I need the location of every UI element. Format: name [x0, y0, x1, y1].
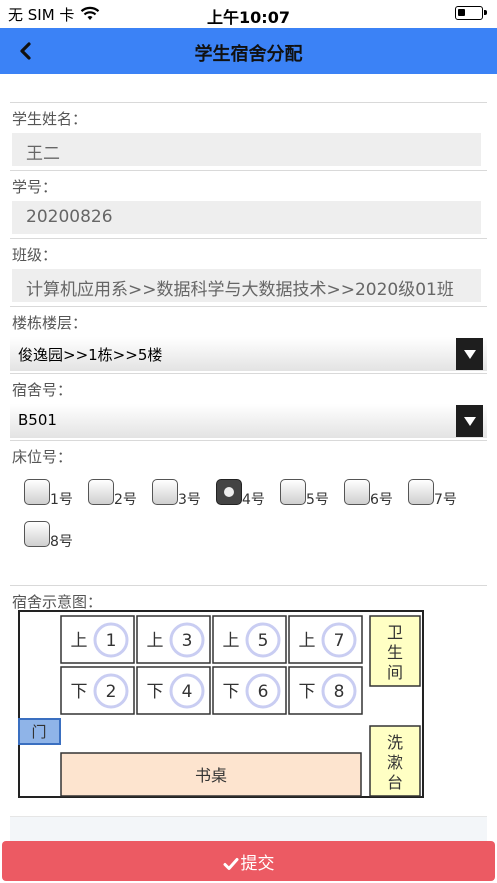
dropdown-arrow-icon	[456, 405, 483, 437]
page-title: 学生宿舍分配	[194, 44, 303, 65]
bed-radio-5[interactable]: 5号	[278, 477, 334, 511]
desk-label: 书桌	[195, 766, 227, 785]
student-id-field: 20200826	[12, 201, 481, 234]
student-id-label: 学号：	[12, 178, 58, 196]
bed-number-1: 1	[106, 631, 117, 651]
allocation-form: 学生姓名： 王二 学号： 20200826 班级： 计算机应用系>>数据科学与大…	[10, 102, 487, 616]
bed-radio-1[interactable]: 1号	[22, 477, 78, 511]
toilet-char-1: 卫	[387, 623, 403, 642]
door-label: 门	[31, 723, 46, 741]
bed-position-label: 下	[147, 682, 164, 702]
toilet-char-3: 间	[387, 663, 403, 682]
room-number-value: B501	[18, 411, 57, 429]
student-name-field: 王二	[12, 133, 481, 166]
class-field: 计算机应用系>>数据科学与大数据技术>>2020级01班	[12, 269, 481, 302]
dropdown-arrow-icon	[456, 338, 483, 370]
sink-char-2: 漱	[387, 753, 403, 772]
bed-number-4: 4	[182, 682, 193, 702]
radio-box	[152, 479, 178, 505]
building-floor-label: 楼栋楼层：	[12, 314, 88, 332]
building-floor-value: 俊逸园>>1栋>>5楼	[18, 346, 163, 364]
room-number-select[interactable]: B501	[10, 404, 487, 438]
nav-bar: 学生宿舍分配	[0, 28, 497, 74]
bed-number-3: 3	[182, 631, 193, 651]
building-floor-select[interactable]: 俊逸园>>1栋>>5楼	[10, 337, 487, 371]
radio-box	[344, 479, 370, 505]
dorm-layout-diagram: 上 1 上 3 上 5 上 7下 2 下 4 下 6 下 8 卫 生 间 洗 漱 台 门 书桌	[18, 610, 424, 798]
bed-radio-3[interactable]: 3号	[150, 477, 206, 511]
bed-position-label: 上	[299, 631, 316, 651]
bed-number-2: 2	[106, 682, 117, 702]
student-name-label: 学生姓名：	[12, 110, 88, 128]
bed-radio-2[interactable]: 2号	[86, 477, 142, 511]
radio-box	[88, 479, 114, 505]
bed-radio-8[interactable]: 8号	[22, 519, 78, 553]
bed-radio-7[interactable]: 7号	[406, 477, 462, 511]
bed-position-label: 上	[223, 631, 240, 651]
bed-position-label: 上	[147, 631, 164, 651]
bed-number-7: 7	[334, 631, 345, 651]
radio-box	[24, 479, 50, 505]
bed-position-label: 下	[223, 682, 240, 702]
bed-position-label: 下	[299, 682, 316, 702]
submit-button[interactable]: 提交	[2, 841, 495, 881]
submit-label: 提交	[240, 854, 275, 874]
battery-icon	[455, 6, 487, 20]
class-label: 班级：	[12, 246, 58, 264]
radio-box	[408, 479, 434, 505]
radio-box	[24, 521, 50, 547]
radio-box	[216, 479, 242, 505]
bed-radio-6[interactable]: 6号	[342, 477, 398, 511]
toilet-char-2: 生	[387, 643, 403, 662]
bed-radio-group: 1号 2号 3号 4号 5号 6号 7号 8号	[10, 471, 487, 585]
sink-char-1: 洗	[387, 733, 403, 752]
bed-position-label: 上	[71, 631, 88, 651]
bed-number-5: 5	[258, 631, 269, 651]
clock-time: 上午10:07	[207, 8, 290, 27]
check-icon	[223, 858, 238, 870]
bed-number-label: 床位号：	[12, 448, 73, 466]
bed-position-label: 下	[71, 682, 88, 702]
form-footer-strip	[10, 816, 487, 844]
bed-number-6: 6	[258, 682, 269, 702]
bed-number-8: 8	[334, 682, 345, 702]
bed-radio-4[interactable]: 4号	[214, 477, 270, 511]
status-bar: 无 SIM 卡 上午10:07	[0, 0, 497, 28]
radio-box	[280, 479, 306, 505]
room-number-label: 宿舍号：	[12, 381, 73, 399]
sink-char-3: 台	[387, 773, 403, 792]
